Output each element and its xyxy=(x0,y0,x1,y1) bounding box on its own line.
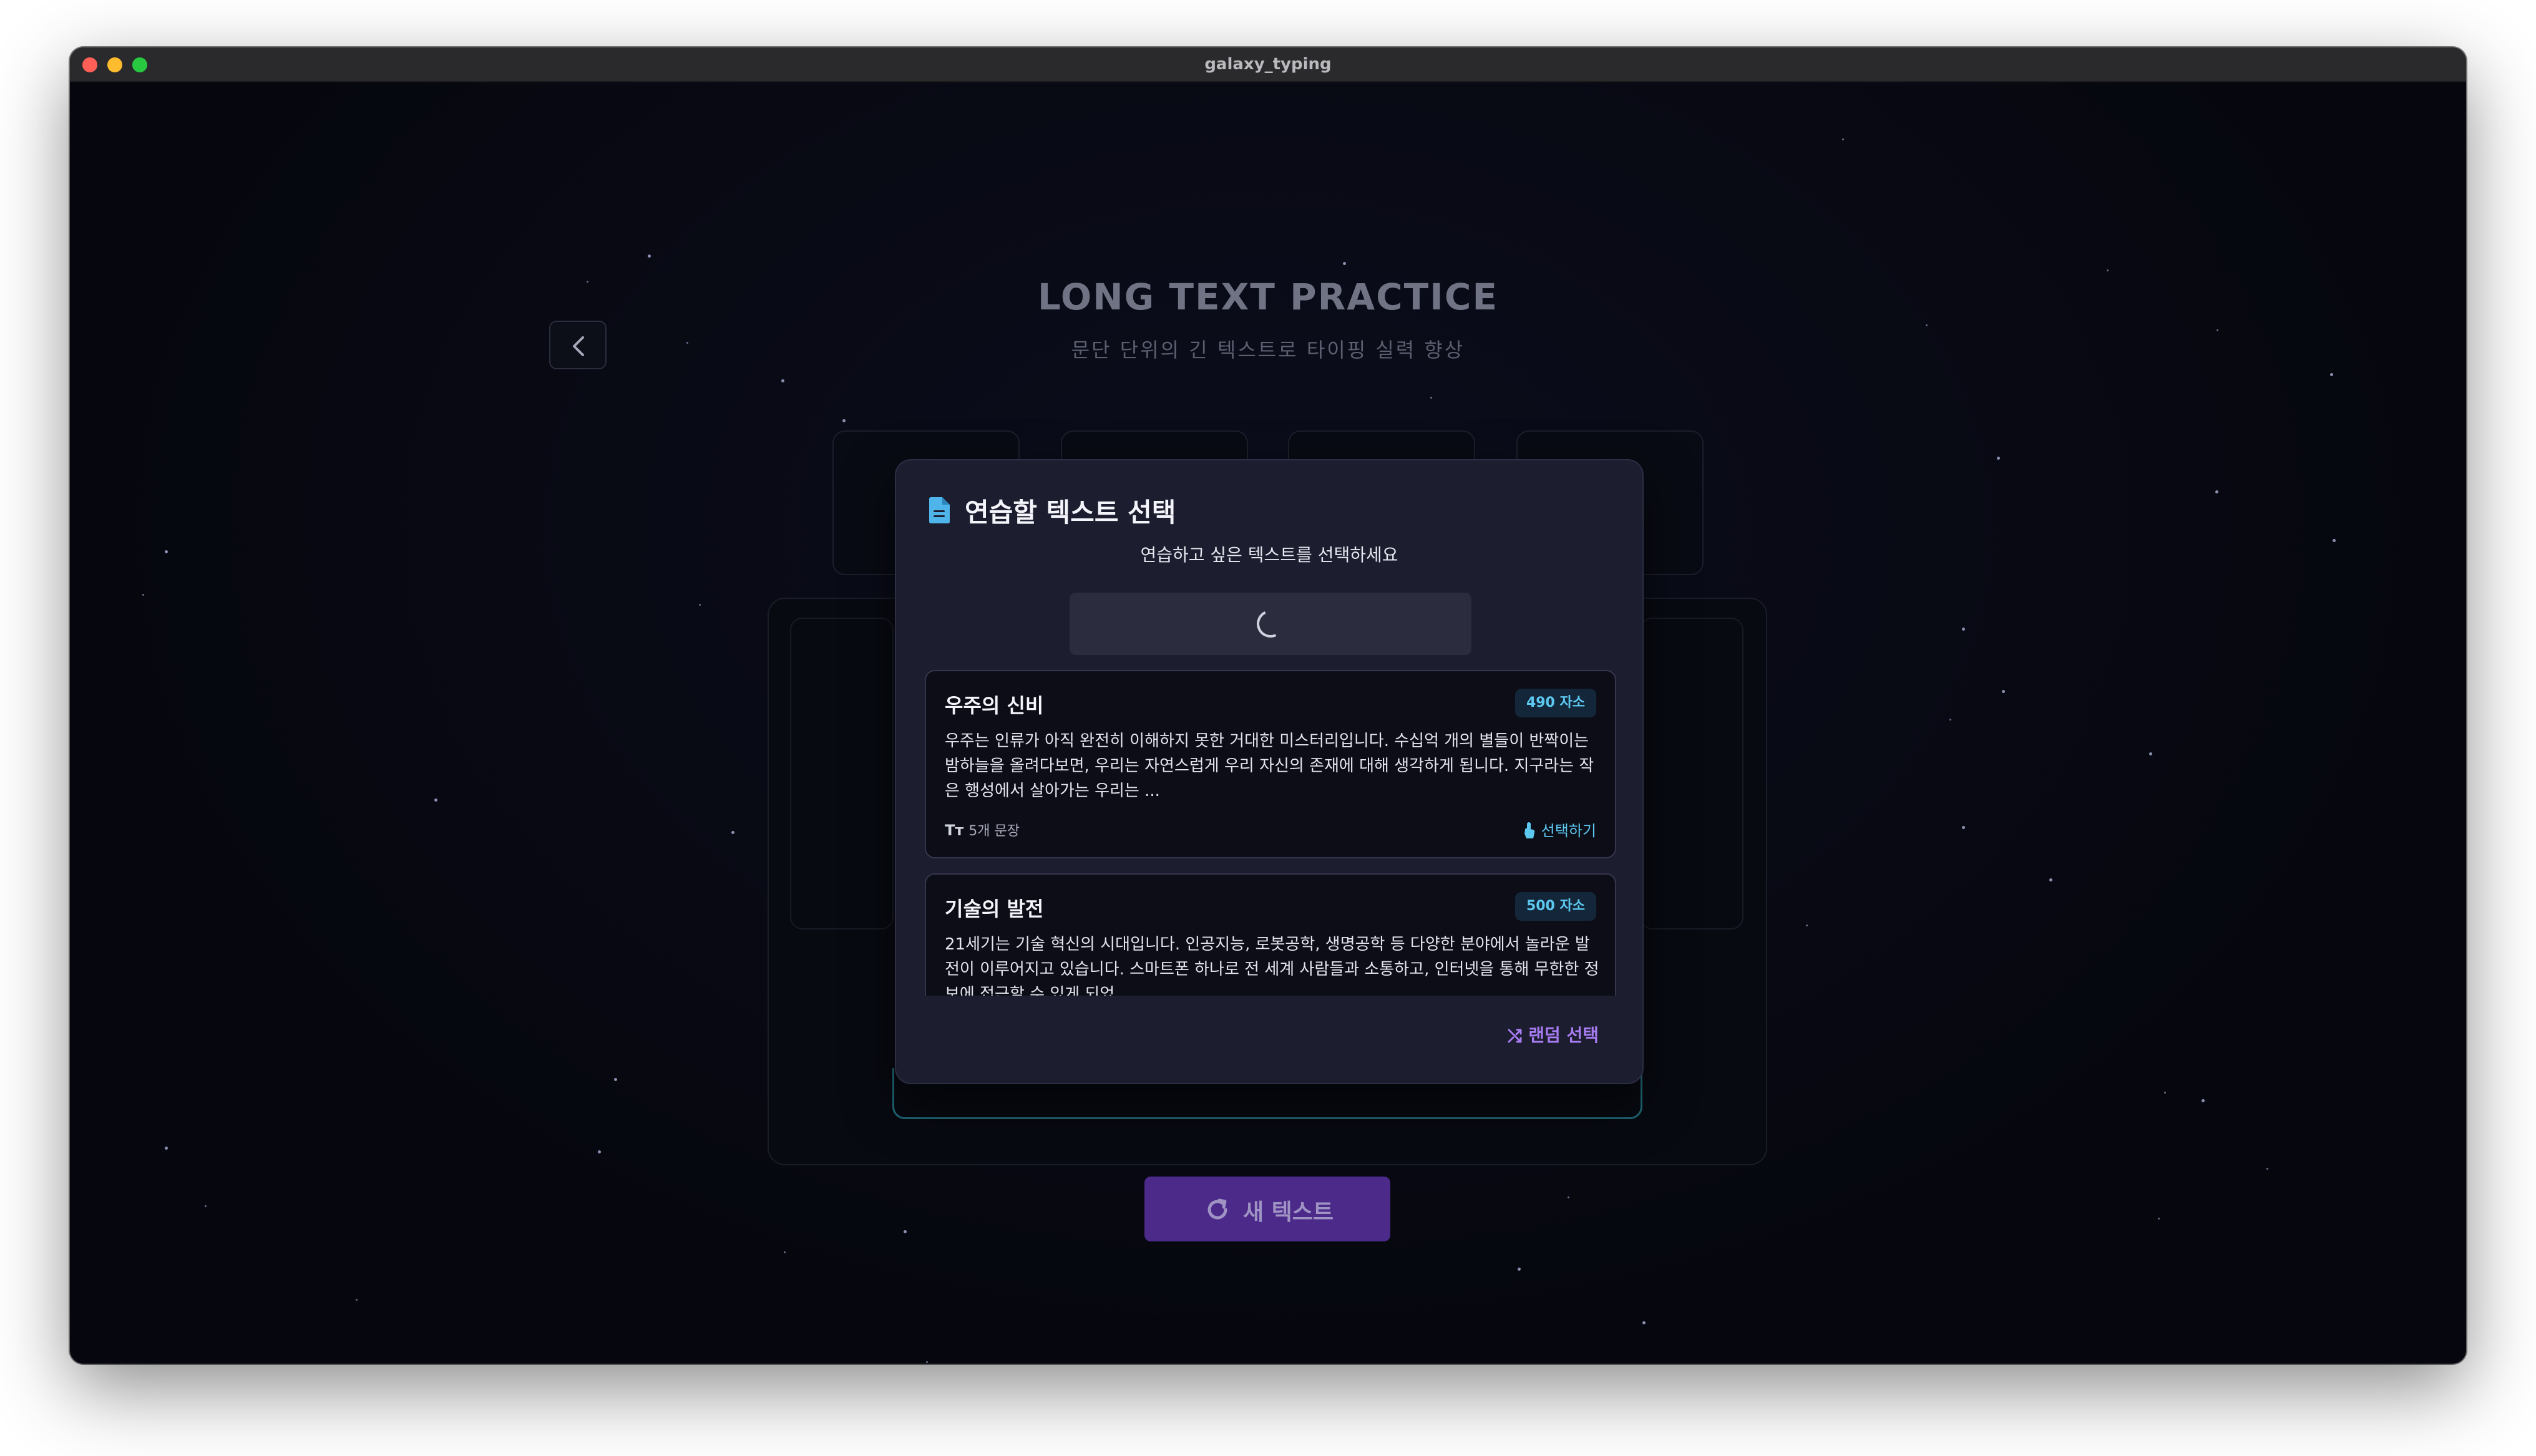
sentence-count-label: 5개 문장 xyxy=(968,823,1020,839)
star xyxy=(356,1299,358,1301)
star xyxy=(842,419,846,422)
practice-text-area xyxy=(790,618,894,929)
random-select-label: 랜덤 선택 xyxy=(1528,1025,1599,1046)
page-title: LONG TEXT PRACTICE xyxy=(1037,276,1499,318)
star xyxy=(2202,1099,2205,1102)
text-card-preview: 21세기는 기술 혁신의 시대입니다. 인공지능, 로봇공학, 생명공학 등 다… xyxy=(945,935,1599,996)
text-card[interactable]: 우주의 신비 490 자소 우주는 인류가 아직 완전히 이해하지 못한 거대한… xyxy=(925,670,1616,858)
star xyxy=(1962,826,1965,829)
star xyxy=(731,831,734,834)
window-title: galaxy_typing xyxy=(1204,55,1332,74)
star xyxy=(598,1150,601,1153)
modal-subtitle: 연습하고 싶은 텍스트를 선택하세요 xyxy=(1140,545,1398,565)
page-subtitle: 문단 단위의 긴 텍스트로 타이핑 실력 향상 xyxy=(1071,338,1465,362)
star xyxy=(205,1205,207,1207)
star xyxy=(2107,269,2109,271)
document-icon xyxy=(929,497,950,523)
star xyxy=(1949,719,1951,721)
star xyxy=(2002,690,2005,693)
star xyxy=(2164,1092,2166,1094)
desktop: galaxy_typing LONG TEXT PRACTICE 문단 단위의 … xyxy=(0,0,2536,1456)
star xyxy=(142,594,144,596)
star xyxy=(434,798,437,802)
star xyxy=(2149,752,2152,755)
star xyxy=(2333,539,2336,542)
star xyxy=(165,550,168,553)
star xyxy=(2049,878,2052,881)
length-badge: 500 자소 xyxy=(1514,892,1596,921)
text-card-title: 기술의 발전 xyxy=(945,897,1044,921)
star xyxy=(699,604,701,606)
sentence-count: Tт 5개 문장 xyxy=(945,820,1020,840)
star xyxy=(784,1251,786,1253)
select-button[interactable]: 선택하기 xyxy=(1523,817,1596,840)
loading-area xyxy=(1070,593,1471,655)
star xyxy=(1842,138,1844,140)
pointer-icon xyxy=(1524,822,1534,838)
star xyxy=(614,1078,617,1081)
text-card-preview: 우주는 인류가 아직 완전히 이해하지 못한 거대한 미스터리입니다. 수십억 … xyxy=(945,732,1594,800)
new-text-label: 새 텍스트 xyxy=(1243,1200,1334,1225)
text-card[interactable]: 기술의 발전 500 자소 21세기는 기술 혁신의 시대입니다. 인공지능, … xyxy=(925,873,1616,996)
star xyxy=(1926,324,1928,326)
star xyxy=(1806,925,1808,926)
new-text-button[interactable]: 새 텍스트 xyxy=(1144,1177,1390,1241)
star xyxy=(2217,329,2218,331)
spinner-icon xyxy=(1252,606,1289,642)
star xyxy=(1518,1268,1521,1271)
star xyxy=(2266,1168,2268,1170)
star xyxy=(1430,397,1432,399)
star xyxy=(904,1230,907,1233)
refresh-icon xyxy=(1207,1198,1227,1220)
text-card-title: 우주의 신비 xyxy=(945,694,1044,717)
title-bar: galaxy_typing xyxy=(70,47,2466,82)
text-size-icon: Tт xyxy=(945,822,964,839)
app-content: LONG TEXT PRACTICE 문단 단위의 긴 텍스트로 타이핑 실력 … xyxy=(70,82,2466,1364)
star xyxy=(2158,1218,2160,1220)
star xyxy=(165,1147,168,1150)
select-label: 선택하기 xyxy=(1541,822,1596,840)
random-select-button[interactable]: 랜덤 선택 xyxy=(1507,1022,1599,1047)
modal-title: 연습할 텍스트 선택 xyxy=(965,497,1176,528)
length-badge: 490 자소 xyxy=(1514,689,1596,717)
star xyxy=(1568,1196,1569,1198)
star xyxy=(1642,1321,1646,1324)
app-window: galaxy_typing LONG TEXT PRACTICE 문단 단위의 … xyxy=(70,47,2466,1364)
star xyxy=(1962,628,1965,631)
star xyxy=(1343,262,1346,265)
shuffle-icon xyxy=(1508,1029,1522,1043)
text-select-modal: 연습할 텍스트 선택 연습하고 싶은 텍스트를 선택하세요 우주의 신비 490… xyxy=(895,459,1644,1084)
star xyxy=(1997,457,2000,460)
star xyxy=(2215,490,2218,493)
practice-text-area xyxy=(1640,618,1744,929)
star xyxy=(926,1361,928,1363)
star xyxy=(648,255,651,258)
star xyxy=(2330,373,2333,376)
text-list[interactable]: 우주의 신비 490 자소 우주는 인류가 아직 완전히 이해하지 못한 거대한… xyxy=(925,670,1616,996)
star xyxy=(781,379,784,382)
